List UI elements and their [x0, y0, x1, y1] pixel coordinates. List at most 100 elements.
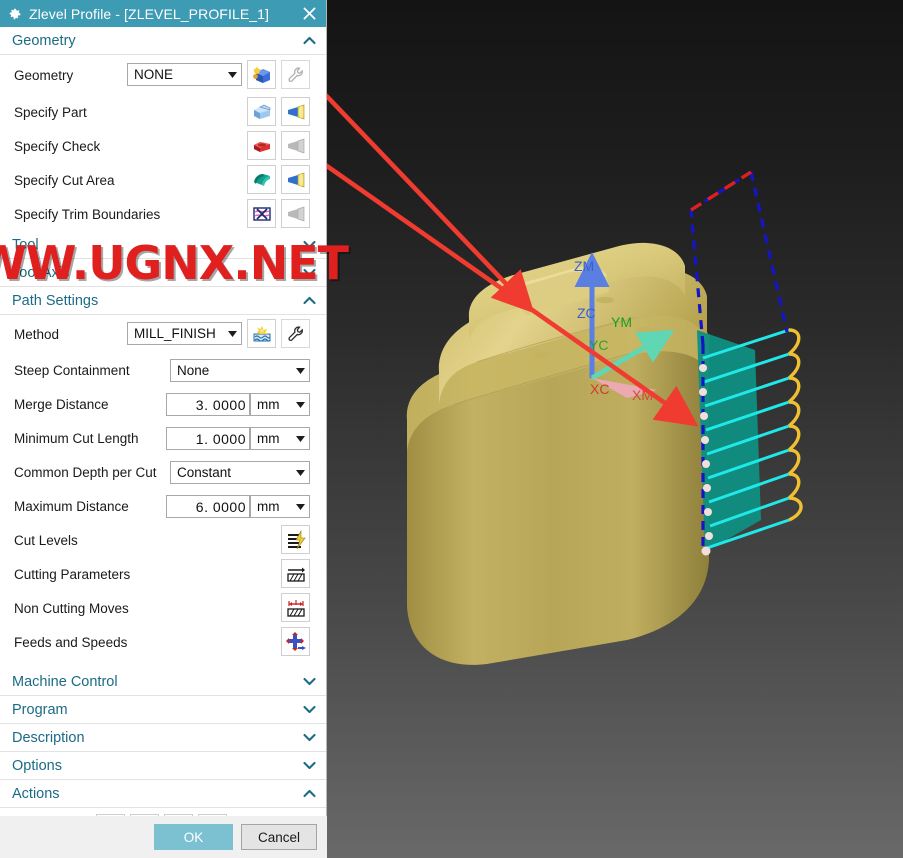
row-geometry: Geometry NONE [0, 55, 326, 95]
close-icon[interactable] [298, 3, 320, 25]
label-maximum-distance: Maximum Distance [14, 498, 129, 514]
row-cut-levels: Cut Levels [0, 523, 326, 557]
steep-containment-combo[interactable]: None [170, 359, 310, 382]
cutting-parameters-icon[interactable] [281, 559, 310, 588]
group-label-actions: Actions [12, 785, 60, 802]
csys-label-zc: ZC [577, 305, 596, 321]
wrench-icon[interactable] [281, 60, 310, 89]
group-header-tool-axis[interactable]: Tool Axis [0, 259, 326, 287]
group-body-geometry: Geometry NONE Specify Part Specify Check… [0, 55, 326, 231]
group-header-geometry[interactable]: Geometry [0, 27, 326, 55]
group-label-program: Program [12, 701, 68, 718]
chevron-down-icon [303, 733, 316, 742]
label-specify-check: Specify Check [14, 138, 101, 154]
app-root: ZM ZC YM YC XC XM Zlevel Profile - [ZLEV… [0, 0, 903, 858]
group-header-actions[interactable]: Actions [0, 780, 326, 808]
minimum-cut-length-unit-value: mm [257, 431, 280, 446]
part-body-icon[interactable] [247, 97, 276, 126]
ok-button[interactable]: OK [154, 824, 233, 850]
chevron-up-icon [303, 789, 316, 798]
merge-distance-unit-combo[interactable]: mm [250, 393, 310, 416]
label-non-cutting-moves: Non Cutting Moves [14, 600, 129, 616]
chevron-down-icon [303, 761, 316, 770]
edit-geometry-icon[interactable] [247, 60, 276, 89]
row-minimum-cut-length: Minimum Cut Length 1. 0000 mm [0, 421, 326, 455]
wrench-icon[interactable] [281, 319, 310, 348]
flashlight-icon[interactable] [281, 165, 310, 194]
dialog-footer: OK Cancel [0, 816, 327, 858]
merge-distance-unit-value: mm [257, 397, 280, 412]
gear-icon [8, 7, 22, 21]
label-merge-distance: Merge Distance [14, 396, 109, 412]
group-header-machine-control[interactable]: Machine Control [0, 668, 326, 696]
cut-levels-icon[interactable] [281, 525, 310, 554]
maximum-distance-input[interactable]: 6. 0000 [166, 495, 250, 518]
maximum-distance-unit-combo[interactable]: mm [250, 495, 310, 518]
maximum-distance-unit-value: mm [257, 499, 280, 514]
chevron-down-icon [303, 240, 316, 249]
group-header-options[interactable]: Options [0, 752, 326, 780]
group-header-tool[interactable]: Tool [0, 231, 326, 259]
label-cut-levels: Cut Levels [14, 532, 78, 548]
group-header-path-settings[interactable]: Path Settings [0, 287, 326, 315]
common-depth-per-cut-value: Constant [177, 465, 232, 480]
row-cutting-parameters: Cutting Parameters [0, 557, 326, 591]
group-label-options: Options [12, 757, 62, 774]
row-maximum-distance: Maximum Distance 6. 0000 mm [0, 489, 326, 523]
merge-distance-input[interactable]: 3. 0000 [166, 393, 250, 416]
trim-boundary-icon[interactable] [247, 199, 276, 228]
geometry-combo-value: NONE [134, 67, 174, 82]
csys-label-zm: ZM [574, 258, 594, 274]
minimum-cut-length-unit-combo[interactable]: mm [250, 427, 310, 450]
chevron-down-icon [223, 71, 241, 78]
chevron-down-icon [291, 435, 309, 442]
row-specify-check: Specify Check [0, 129, 326, 163]
flashlight-icon [281, 199, 310, 228]
dialog-body: Geometry Geometry NONE Specify Part Spec… [0, 27, 326, 858]
group-label-tool: Tool [12, 236, 39, 253]
label-feeds-and-speeds: Feeds and Speeds [14, 634, 128, 650]
csys-label-xc: XC [590, 381, 609, 397]
chevron-up-icon [303, 296, 316, 305]
row-specify-cut-area: Specify Cut Area [0, 163, 326, 197]
label-specify-part: Specify Part [14, 104, 87, 120]
group-header-description[interactable]: Description [0, 724, 326, 752]
method-combo[interactable]: MILL_FINISH [127, 322, 242, 345]
label-specify-trim-boundaries: Specify Trim Boundaries [14, 206, 161, 222]
flashlight-icon[interactable] [281, 97, 310, 126]
geometry-combo[interactable]: NONE [127, 63, 242, 86]
chevron-down-icon [291, 469, 309, 476]
chevron-down-icon [291, 503, 309, 510]
group-label-description: Description [12, 729, 85, 746]
cut-area-icon[interactable] [247, 165, 276, 194]
row-method: Method MILL_FINISH [0, 315, 326, 353]
common-depth-per-cut-combo[interactable]: Constant [170, 461, 310, 484]
viewport-scene: ZM ZC YM YC XC XM [327, 93, 803, 665]
check-body-icon[interactable] [247, 131, 276, 160]
group-body-path-settings: Method MILL_FINISH Steep Containment Non… [0, 315, 326, 668]
minimum-cut-length-input[interactable]: 1. 0000 [166, 427, 250, 450]
label-minimum-cut-length: Minimum Cut Length [14, 430, 139, 446]
chevron-down-icon [303, 268, 316, 277]
zlevel-profile-dialog: Zlevel Profile - [ZLEVEL_PROFILE_1] Geom… [0, 0, 349, 858]
group-header-program[interactable]: Program [0, 696, 326, 724]
group-label-machine-control: Machine Control [12, 673, 118, 690]
chevron-down-icon [291, 367, 309, 374]
label-geometry: Geometry [14, 67, 74, 83]
csys-label-ym: YM [611, 314, 632, 330]
dialog-titlebar: Zlevel Profile - [ZLEVEL_PROFILE_1] [0, 0, 326, 27]
group-label-geometry: Geometry [12, 32, 76, 49]
group-label-tool-axis: Tool Axis [12, 264, 70, 281]
row-specify-part: Specify Part [0, 95, 326, 129]
feeds-and-speeds-icon[interactable] [281, 627, 310, 656]
cancel-button[interactable]: Cancel [241, 824, 317, 850]
label-common-depth-per-cut: Common Depth per Cut [14, 464, 157, 480]
chevron-up-icon [303, 36, 316, 45]
row-feeds-and-speeds: Feeds and Speeds [0, 625, 326, 659]
chevron-down-icon [291, 401, 309, 408]
part-model [406, 242, 709, 665]
label-method: Method [14, 326, 60, 342]
non-cutting-moves-icon[interactable] [281, 593, 310, 622]
edit-method-icon[interactable] [247, 319, 276, 348]
graphics-viewport[interactable]: ZM ZC YM YC XC XM [327, 0, 903, 858]
